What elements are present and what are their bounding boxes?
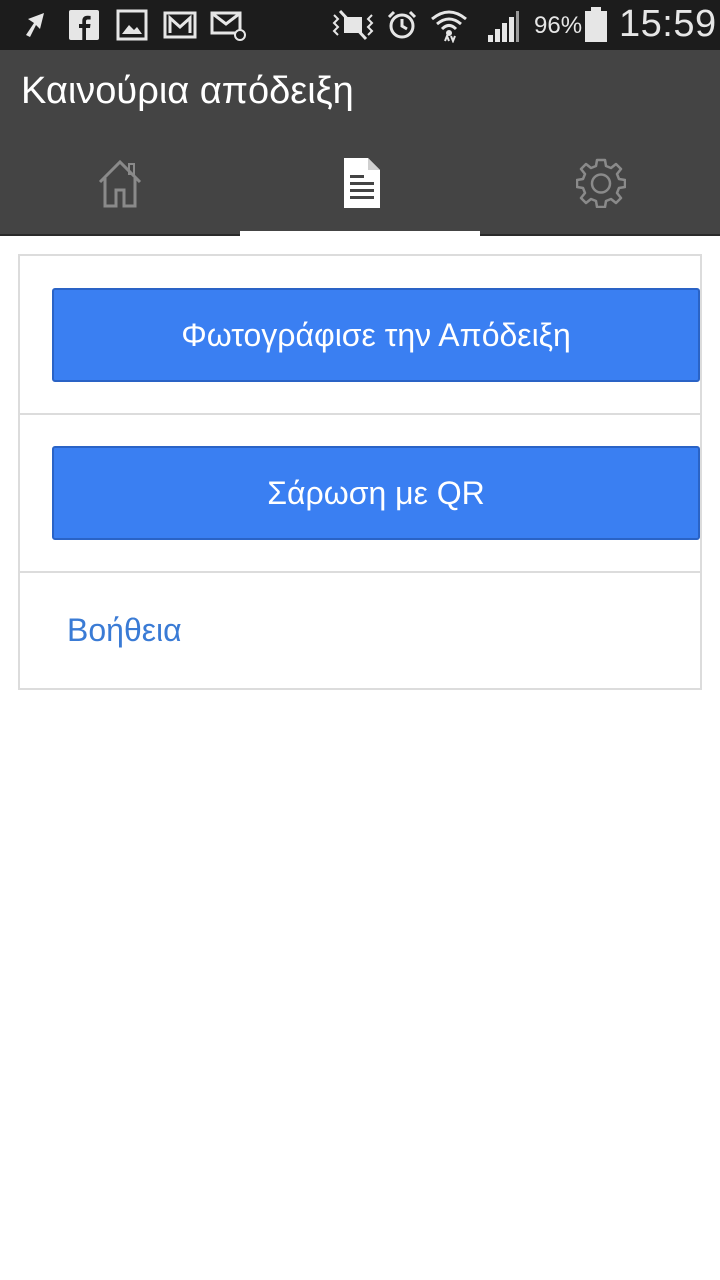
divider bbox=[20, 571, 700, 573]
alarm-icon bbox=[386, 9, 418, 41]
tab-home[interactable] bbox=[0, 140, 240, 236]
battery-percent: 96% bbox=[534, 12, 583, 39]
tab-document[interactable] bbox=[240, 140, 480, 236]
page-title: Καινούρια απόδειξη bbox=[21, 70, 354, 112]
help-link[interactable]: Βοήθεια bbox=[67, 612, 182, 649]
selected-tab-indicator bbox=[240, 231, 480, 236]
action-bar: Καινούρια απόδειξη bbox=[0, 50, 720, 236]
email-icon bbox=[210, 9, 246, 41]
document-icon bbox=[344, 158, 380, 208]
tab-settings[interactable] bbox=[480, 140, 720, 236]
scan-qr-button[interactable]: Σάρωση με QR bbox=[52, 446, 700, 540]
gallery-icon bbox=[116, 9, 148, 41]
battery-icon bbox=[584, 7, 608, 43]
facebook-icon bbox=[68, 9, 100, 41]
status-time: 15:59 bbox=[619, 3, 717, 45]
gear-icon bbox=[576, 158, 626, 208]
status-bar: 96% 15:59 bbox=[0, 0, 720, 50]
actions-card: Φωτογράφισε την Απόδειξη Σάρωση με QR Βο… bbox=[18, 254, 702, 690]
divider bbox=[20, 413, 700, 415]
mute-icon bbox=[330, 9, 376, 41]
notification-icon bbox=[22, 9, 50, 39]
home-icon bbox=[98, 159, 142, 208]
gmail-icon bbox=[163, 9, 197, 41]
wifi-icon bbox=[430, 9, 468, 43]
signal-icon bbox=[486, 9, 520, 43]
photograph-receipt-button[interactable]: Φωτογράφισε την Απόδειξη bbox=[52, 288, 700, 382]
